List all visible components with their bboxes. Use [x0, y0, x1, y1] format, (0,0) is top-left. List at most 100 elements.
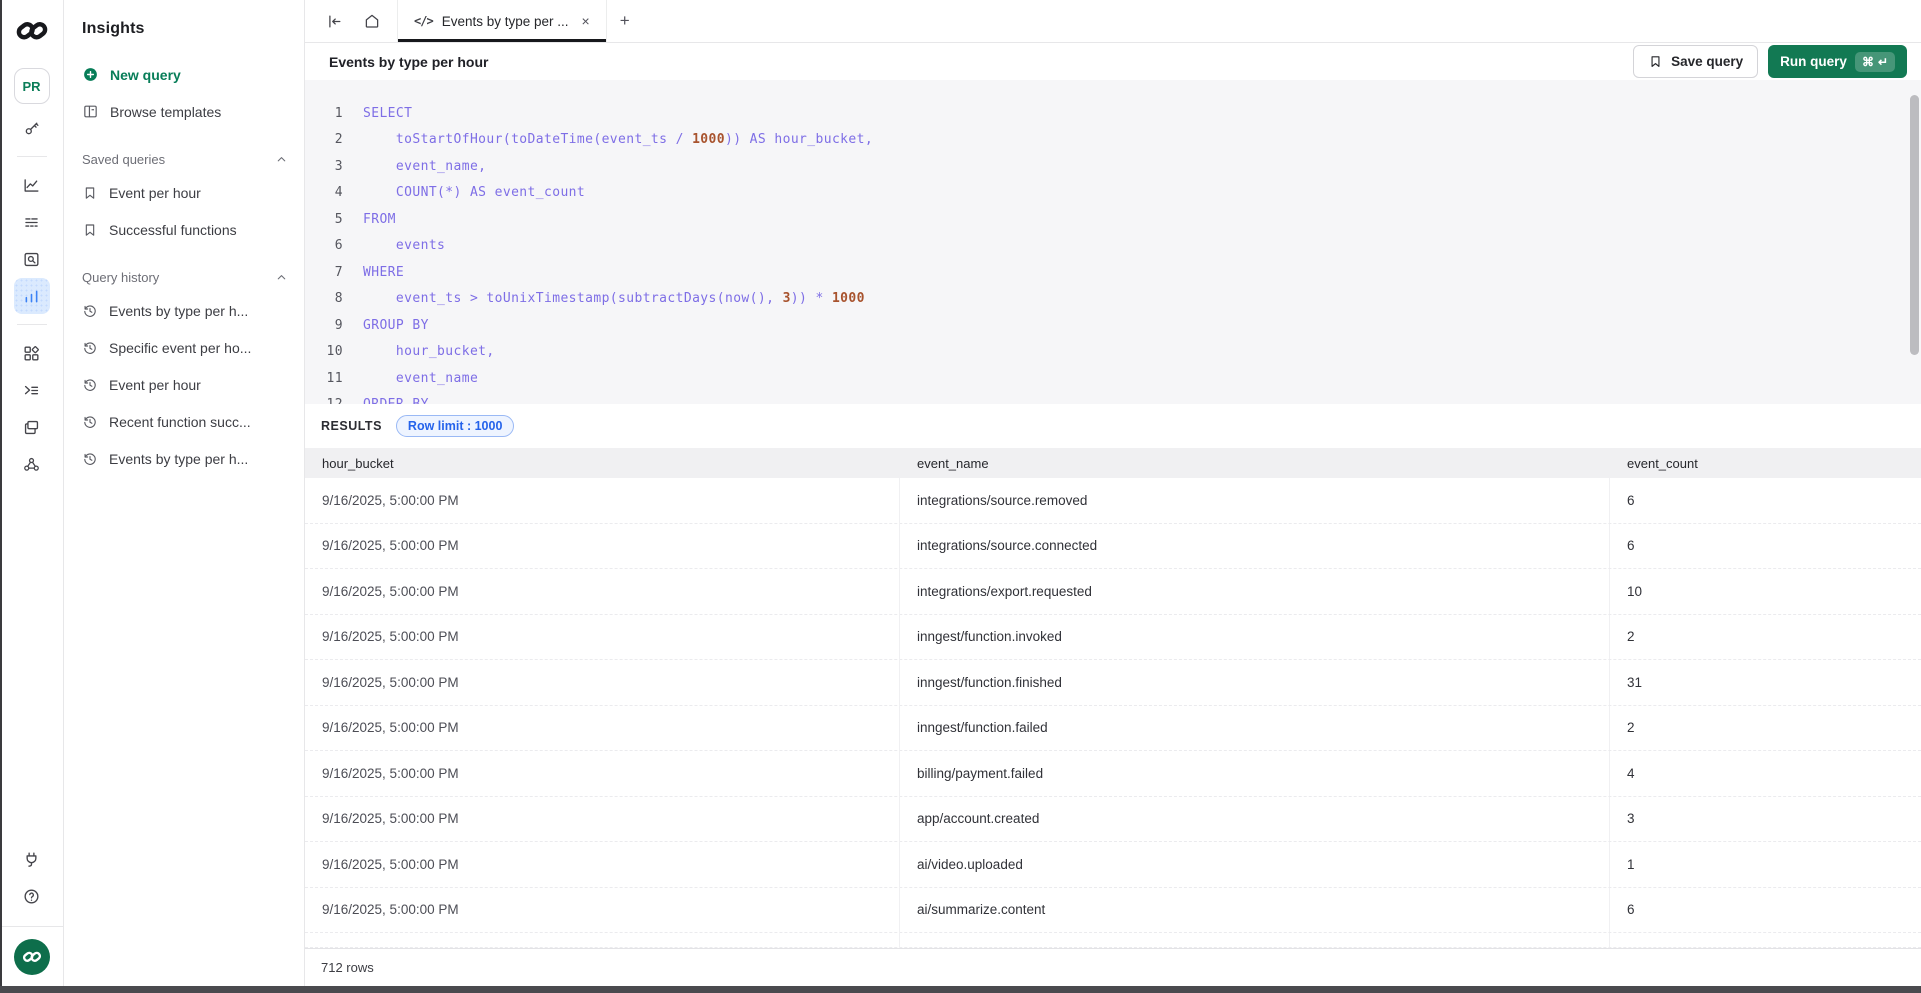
workspace-avatar[interactable]: PR	[14, 68, 50, 104]
collapse-left-icon	[326, 13, 343, 30]
table-row[interactable]: 9/16/2025, 5:00:00 PM ai/summarize.conte…	[305, 888, 1921, 934]
editor-scrollbar-thumb[interactable]	[1910, 95, 1919, 355]
table-row[interactable]: 9/16/2025, 5:00:00 PM app/account.create…	[305, 797, 1921, 843]
dev-server-nav-icon[interactable]	[14, 372, 50, 408]
line-number: 5	[305, 212, 343, 227]
run-query-button[interactable]: Run query ⌘ ↵	[1768, 45, 1907, 78]
table-header-cell[interactable]: event_count	[1610, 448, 1921, 478]
sql-editor[interactable]: 1 SELECT 2 toStartOfHour(toDateTime(even…	[305, 80, 1921, 404]
results-table-body: 9/16/2025, 5:00:00 PM integrations/sourc…	[305, 478, 1921, 948]
query-history-item[interactable]: Recent function succ...	[64, 403, 304, 440]
cell-event-count: 4	[1610, 751, 1921, 796]
code-line: 5 FROM	[305, 206, 1921, 233]
metrics-nav-icon[interactable]	[14, 167, 50, 203]
row-count-label: 712 rows	[321, 960, 374, 975]
cell-event-name: billing/payment.failed	[900, 751, 1610, 796]
query-history-item[interactable]: Events by type per h...	[64, 292, 304, 329]
table-header-cell[interactable]: hour_bucket	[305, 448, 900, 478]
keys-nav-icon[interactable]	[14, 110, 50, 146]
help-icon[interactable]	[14, 878, 50, 914]
history-icon	[82, 340, 98, 356]
table-row[interactable]: 9/16/2025, 5:00:00 PM billing/payment.fa…	[305, 751, 1921, 797]
account-avatar[interactable]	[14, 939, 50, 975]
code-line: 4 COUNT(*) AS event_count	[305, 180, 1921, 207]
keyboard-shortcut-badge: ⌘ ↵	[1855, 52, 1895, 72]
cell-event-name: ai/summarize.content	[900, 888, 1610, 933]
line-number: 1	[305, 106, 343, 121]
main-panel: </> Events by type per ... × + Events by…	[305, 0, 1921, 993]
query-history-item[interactable]: Specific event per ho...	[64, 329, 304, 366]
insights-app: PR	[0, 0, 1921, 993]
code-text: ORDER BY	[363, 397, 429, 404]
code-icon: </>	[414, 14, 433, 28]
code-line: 12 ORDER BY	[305, 392, 1921, 405]
save-query-button[interactable]: Save query	[1633, 45, 1758, 78]
code-line: 9 GROUP BY	[305, 312, 1921, 339]
environments-nav-icon[interactable]	[14, 409, 50, 445]
saved-queries-section-header[interactable]: Saved queries	[64, 144, 304, 174]
query-history-item[interactable]: Events by type per h...	[64, 440, 304, 477]
table-row[interactable]: 9/16/2025, 5:00:00 PM integrations/expor…	[305, 569, 1921, 615]
webhooks-nav-icon[interactable]	[14, 446, 50, 482]
code-line: 1 SELECT	[305, 100, 1921, 127]
icon-rail: PR	[0, 0, 64, 993]
cell-hour-bucket: 9/16/2025, 5:00:00 PM	[305, 615, 900, 660]
inngest-logo-icon[interactable]	[16, 16, 48, 46]
table-header-cell[interactable]: event_name	[900, 448, 1610, 478]
window-bottom-edge	[0, 986, 1921, 993]
code-text: hour_bucket,	[363, 344, 495, 359]
cell-event-count: 3	[1610, 797, 1921, 842]
code-line: 11 event_name	[305, 365, 1921, 392]
cell-event-count	[1610, 933, 1921, 947]
new-query-button[interactable]: New query	[64, 56, 304, 93]
history-icon	[82, 451, 98, 467]
runs-nav-icon[interactable]	[14, 204, 50, 240]
query-history-section-header[interactable]: Query history	[64, 262, 304, 292]
table-row[interactable]: 9/16/2025, 5:00:00 PM ai/video.uploaded …	[305, 842, 1921, 888]
query-history-item[interactable]: Event per hour	[64, 366, 304, 403]
table-row[interactable]: 9/16/2025, 5:00:00 PM inngest/function.f…	[305, 660, 1921, 706]
code-text: COUNT(*) AS event_count	[363, 185, 585, 200]
saved-query-item[interactable]: Successful functions	[64, 211, 304, 248]
code-line: 6 events	[305, 233, 1921, 260]
page-title: Events by type per hour	[329, 54, 488, 70]
line-number: 12	[305, 397, 343, 404]
table-row[interactable]: 9/16/2025, 5:00:00 PM integrations/sourc…	[305, 524, 1921, 570]
line-number: 11	[305, 371, 343, 386]
integrations-plug-icon[interactable]	[14, 841, 50, 877]
line-number: 7	[305, 265, 343, 280]
code-text: SELECT	[363, 106, 412, 121]
tab-close-icon[interactable]: ×	[582, 13, 590, 29]
chevron-up-icon	[275, 271, 288, 284]
cell-hour-bucket: 9/16/2025, 5:00:00 PM	[305, 478, 900, 523]
row-limit-badge[interactable]: Row limit : 1000	[396, 415, 514, 437]
rail-divider	[17, 156, 47, 157]
cell-event-name: inngest/function.invoked	[900, 615, 1610, 660]
table-row-partial[interactable]	[305, 933, 1921, 948]
cell-event-name: app/account.created	[900, 797, 1610, 842]
browse-templates-button[interactable]: Browse templates	[64, 93, 304, 130]
code-line: 10 hour_bucket,	[305, 339, 1921, 366]
cell-event-count: 10	[1610, 569, 1921, 614]
history-icon	[82, 414, 98, 430]
bookmark-icon	[82, 185, 98, 201]
insights-nav-icon[interactable]	[14, 278, 50, 314]
table-row[interactable]: 9/16/2025, 5:00:00 PM inngest/function.f…	[305, 706, 1921, 752]
event-explorer-nav-icon[interactable]	[14, 241, 50, 277]
tab-events-by-type[interactable]: </> Events by type per ... ×	[397, 0, 607, 42]
cell-hour-bucket: 9/16/2025, 5:00:00 PM	[305, 524, 900, 569]
saved-queries-list: Event per hour Successful functions	[64, 174, 304, 248]
insights-sidebar: Insights New query Browse templates Save…	[64, 0, 305, 993]
table-row[interactable]: 9/16/2025, 5:00:00 PM inngest/function.i…	[305, 615, 1921, 661]
code-text: FROM	[363, 212, 396, 227]
collapse-sidebar-button[interactable]	[317, 0, 351, 42]
new-tab-button[interactable]: +	[607, 0, 643, 42]
enter-key-icon: ↵	[1878, 55, 1888, 69]
table-row[interactable]: 9/16/2025, 5:00:00 PM integrations/sourc…	[305, 478, 1921, 524]
apps-nav-icon[interactable]	[14, 335, 50, 371]
saved-query-item[interactable]: Event per hour	[64, 174, 304, 211]
cell-event-count: 2	[1610, 615, 1921, 660]
home-tab-button[interactable]	[355, 0, 389, 42]
line-number: 9	[305, 318, 343, 333]
cell-hour-bucket: 9/16/2025, 5:00:00 PM	[305, 660, 900, 705]
